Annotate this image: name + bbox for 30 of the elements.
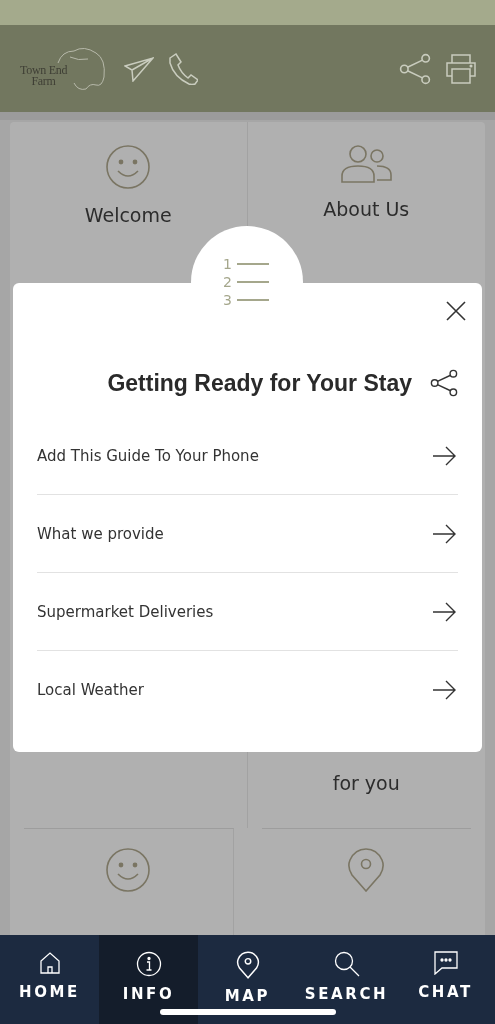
people-icon xyxy=(339,144,394,184)
smiley-icon xyxy=(105,847,152,893)
arrow-right-icon xyxy=(432,601,456,622)
nav-tab[interactable]: MAP xyxy=(198,935,297,1024)
tile-label[interactable]: About Us xyxy=(323,198,410,220)
paper-plane-icon[interactable] xyxy=(124,55,154,82)
guide-list-item[interactable]: Local Weather xyxy=(37,651,458,728)
search-icon xyxy=(333,951,360,977)
tile-label[interactable]: Welcome xyxy=(84,204,172,226)
arrow-right-icon xyxy=(432,445,456,466)
modal-title: Getting Ready for Your Stay xyxy=(107,369,412,397)
tile-label[interactable]: for you xyxy=(332,772,400,794)
chat-bubble-icon xyxy=(433,951,458,975)
arrow-right-icon xyxy=(432,523,456,544)
printer-icon[interactable] xyxy=(445,53,477,84)
smiley-icon xyxy=(105,144,152,190)
guide-list-item[interactable]: Add This Guide To Your Phone xyxy=(37,417,458,495)
nav-tab[interactable]: CHAT xyxy=(396,935,495,1024)
guide-list-item[interactable]: Supermarket Deliveries xyxy=(37,573,458,651)
home-icon xyxy=(37,951,62,975)
nav-tab[interactable]: SEARCH xyxy=(297,935,396,1024)
phone-icon[interactable] xyxy=(168,52,198,85)
share-icon[interactable] xyxy=(430,369,458,397)
guide-list-item[interactable]: What we provide xyxy=(37,495,458,573)
nav-tab[interactable]: INFO xyxy=(99,935,198,1024)
nav-tab[interactable]: HOME xyxy=(0,935,99,1024)
arrow-right-icon xyxy=(432,679,456,700)
map-pin-icon xyxy=(235,951,260,979)
info-icon xyxy=(135,951,162,977)
location-pin-icon xyxy=(347,847,386,893)
